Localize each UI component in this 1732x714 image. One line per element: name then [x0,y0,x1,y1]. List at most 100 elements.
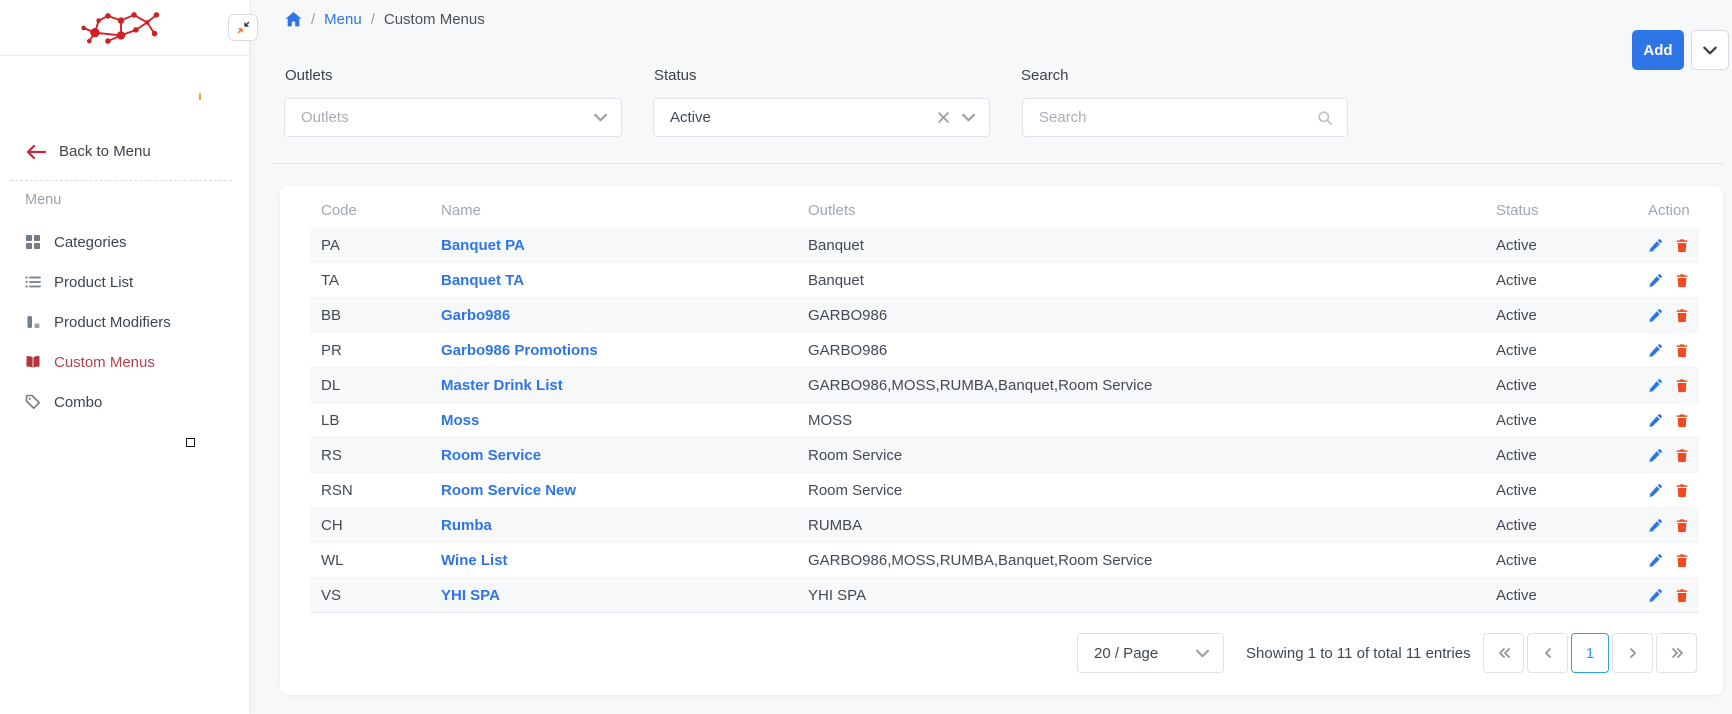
delete-icon[interactable] [1675,413,1689,428]
custom-menus-table: Code Name Outlets Status Action PA Banqu… [310,192,1699,613]
edit-icon[interactable] [1648,448,1663,463]
cell-outlets: GARBO986 [797,298,1485,333]
sidebar-item-combo[interactable]: Combo [0,382,250,422]
brand-logo-icon [80,6,162,50]
table-row: WL Wine List GARBO986,MOSS,RUMBA,Banquet… [310,543,1699,578]
edit-icon[interactable] [1648,343,1663,358]
back-arrow-icon [25,144,47,160]
edit-icon[interactable] [1648,378,1663,393]
delete-icon[interactable] [1675,483,1689,498]
cell-outlets: GARBO986 [797,333,1485,368]
delete-icon[interactable] [1675,518,1689,533]
delete-icon[interactable] [1675,448,1689,463]
breadcrumb: / Menu / Custom Menus [285,11,485,28]
clear-icon[interactable] [938,112,949,123]
modifiers-icon [25,314,41,330]
menu-section-label: Menu [25,192,61,208]
sidebar-item-product-list[interactable]: Product List [0,262,250,302]
delete-icon[interactable] [1675,343,1689,358]
pagination-bar: 20 / Page Showing 1 to 11 of total 11 en… [280,633,1723,673]
first-page-button[interactable] [1483,633,1524,673]
breadcrumb-link-menu[interactable]: Menu [324,11,362,28]
menu-name-link[interactable]: Garbo986 Promotions [441,342,598,359]
back-to-menu-label: Back to Menu [59,143,151,160]
menu-name-link[interactable]: Moss [441,412,479,429]
search-label: Search [1021,67,1069,84]
pagination-info: Showing 1 to 11 of total 11 entries [1246,645,1476,662]
edit-icon[interactable] [1648,553,1663,568]
sidebar-item-custom-menus[interactable]: Custom Menus [0,342,250,382]
search-icon [1317,110,1333,126]
cell-code: RS [310,438,430,473]
edit-icon[interactable] [1648,588,1663,603]
content-divider [273,163,1724,164]
menu-name-link[interactable]: Room Service New [441,482,576,499]
page-size-select[interactable]: 20 / Page [1077,633,1224,673]
cell-status: Active [1485,473,1637,508]
sidebar-item-categories[interactable]: Categories [0,222,250,262]
cell-outlets: RUMBA [797,508,1485,543]
sidebar-item-product-modifiers[interactable]: Product Modifiers [0,302,250,342]
edit-icon[interactable] [1648,413,1663,428]
add-dropdown-button[interactable] [1691,30,1729,70]
menu-name-link[interactable]: Room Service [441,447,541,464]
menu-name-link[interactable]: Banquet TA [441,272,524,289]
sidebar-collapse-button[interactable] [228,14,258,41]
edit-icon[interactable] [1648,518,1663,533]
cell-status: Active [1485,508,1637,543]
cell-outlets: Room Service [797,473,1485,508]
menu-name-link[interactable]: Wine List [441,552,508,569]
menu-name-link[interactable]: YHI SPA [441,587,500,604]
delete-icon[interactable] [1675,553,1689,568]
cell-status: Active [1485,578,1637,613]
table-row: RS Room Service Room Service Active [310,438,1699,473]
prev-page-button[interactable] [1527,633,1568,673]
delete-icon[interactable] [1675,273,1689,288]
edit-icon[interactable] [1648,483,1663,498]
edit-icon[interactable] [1648,238,1663,253]
edit-icon[interactable] [1648,273,1663,288]
add-button[interactable]: Add [1632,30,1684,70]
cell-status: Active [1485,228,1637,263]
next-page-button[interactable] [1612,633,1653,673]
table-row: RSN Room Service New Room Service Active [310,473,1699,508]
table-row: LB Moss MOSS Active [310,403,1699,438]
status-select[interactable]: Active [653,98,990,137]
cell-outlets: MOSS [797,403,1485,438]
menu-name-link[interactable]: Banquet PA [441,237,525,254]
breadcrumb-current-page: Custom Menus [384,11,485,28]
search-input[interactable] [1039,109,1317,126]
column-header-code: Code [310,192,430,228]
table-row: DL Master Drink List GARBO986,MOSS,RUMBA… [310,368,1699,403]
table-row: PR Garbo986 Promotions GARBO986 Active [310,333,1699,368]
cell-status: Active [1485,298,1637,333]
delete-icon[interactable] [1675,238,1689,253]
menu-name-link[interactable]: Rumba [441,517,492,534]
menu-name-link[interactable]: Master Drink List [441,377,563,394]
back-to-menu-button[interactable]: Back to Menu [25,143,151,160]
sidebar-item-label: Combo [54,394,102,411]
table-row: CH Rumba RUMBA Active [310,508,1699,543]
chevron-down-icon [1703,46,1717,55]
last-page-button[interactable] [1656,633,1697,673]
delete-icon[interactable] [1675,588,1689,603]
delete-icon[interactable] [1675,378,1689,393]
page-number-button[interactable]: 1 [1571,633,1609,673]
cell-code: LB [310,403,430,438]
cell-status: Active [1485,543,1637,578]
edit-icon[interactable] [1648,308,1663,323]
sidebar-item-label: Product Modifiers [54,314,171,331]
cell-status: Active [1485,333,1637,368]
cell-status: Active [1485,438,1637,473]
sidebar-item-label: Custom Menus [54,354,155,371]
menu-name-link[interactable]: Garbo986 [441,307,510,324]
delete-icon[interactable] [1675,308,1689,323]
outlets-select[interactable]: Outlets [284,98,622,137]
collapse-icon [236,20,251,35]
grid-icon [25,234,41,250]
home-icon[interactable] [285,12,302,27]
cell-code: PR [310,333,430,368]
cell-outlets: YHI SPA [797,578,1485,613]
cell-code: CH [310,508,430,543]
double-chevron-right-icon [1670,647,1684,659]
